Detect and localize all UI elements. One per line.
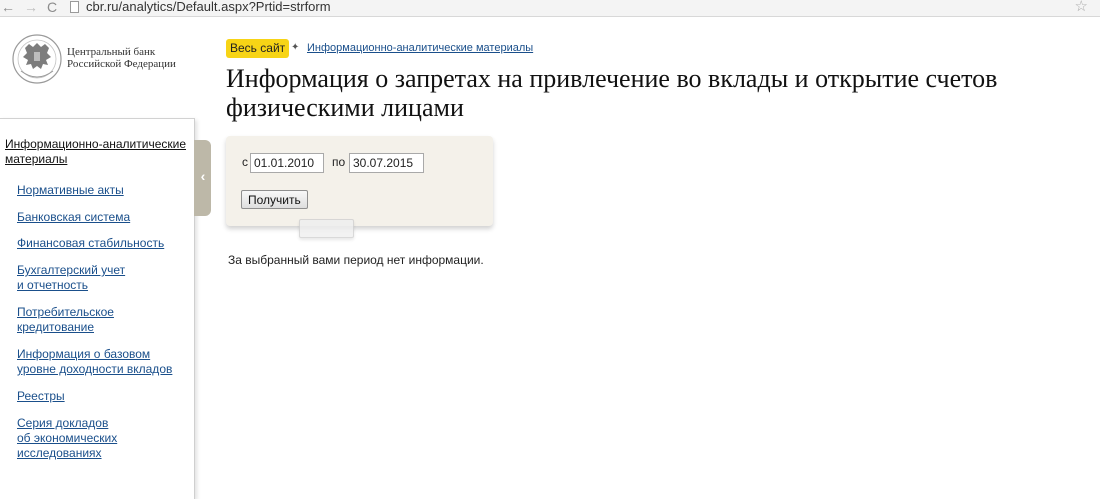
sidebar-item-consumer-credit[interactable]: Потребительское кредитование (17, 305, 114, 335)
sidebar: Информационно-аналитические материалы Но… (0, 118, 195, 499)
bank-name-line-2: Российской Федерации (67, 58, 176, 70)
to-label: по (332, 155, 346, 169)
sidebar-item-accounting[interactable]: Бухгалтерский учет и отчетность (17, 263, 125, 293)
breadcrumb-separator-icon: ✦ (291, 42, 300, 53)
reload-icon[interactable]: C (47, 0, 57, 14)
browser-address-bar: ← → C cbr.ru/analytics/Default.aspx?Prti… (0, 0, 1100, 17)
sidebar-collapse-tab[interactable]: ‹ (194, 140, 211, 216)
url-field[interactable]: cbr.ru/analytics/Default.aspx?Prtid=strf… (86, 0, 331, 14)
double-headed-eagle-icon (12, 34, 62, 84)
bank-name: Центральный банк Российской Федерации (67, 46, 207, 70)
bank-name-line-1: Центральный банк (67, 46, 156, 58)
sidebar-item-regulations[interactable]: Нормативные акты (17, 183, 124, 198)
bookmark-star-icon[interactable]: ☆ (1075, 0, 1088, 14)
page-icon (70, 1, 79, 13)
forward-arrow-icon[interactable]: → (24, 0, 38, 14)
sidebar-item-financial-stability[interactable]: Финансовая стабильность (17, 236, 164, 251)
sidebar-item-registers[interactable]: Реестры (17, 389, 65, 404)
get-button[interactable]: Получить (241, 190, 308, 209)
from-label: с (242, 155, 248, 169)
breadcrumb-link[interactable]: Информационно-аналитические материалы (307, 41, 533, 55)
sidebar-header-link[interactable]: Информационно-аналитические материалы (5, 137, 190, 167)
date-to-input[interactable] (349, 153, 424, 173)
breadcrumb-home-button[interactable]: Весь сайт (226, 39, 290, 58)
result-message: За выбранный вами период нет информации. (228, 253, 484, 267)
back-arrow-icon[interactable]: ← (1, 0, 15, 14)
sidebar-item-research-reports[interactable]: Серия докладов об экономических исследов… (17, 416, 117, 461)
sidebar-item-banking-system[interactable]: Банковская система (17, 210, 130, 225)
page-title: Информация о запретах на привлечение во … (226, 64, 998, 122)
sidebar-item-base-yield[interactable]: Информация о базовом уровне доходности в… (17, 347, 172, 377)
chevron-left-icon: ‹ (200, 168, 206, 184)
date-from-input[interactable] (250, 153, 324, 173)
date-filter-panel: с по Получить (226, 136, 493, 226)
drag-ghost-button (299, 219, 354, 238)
